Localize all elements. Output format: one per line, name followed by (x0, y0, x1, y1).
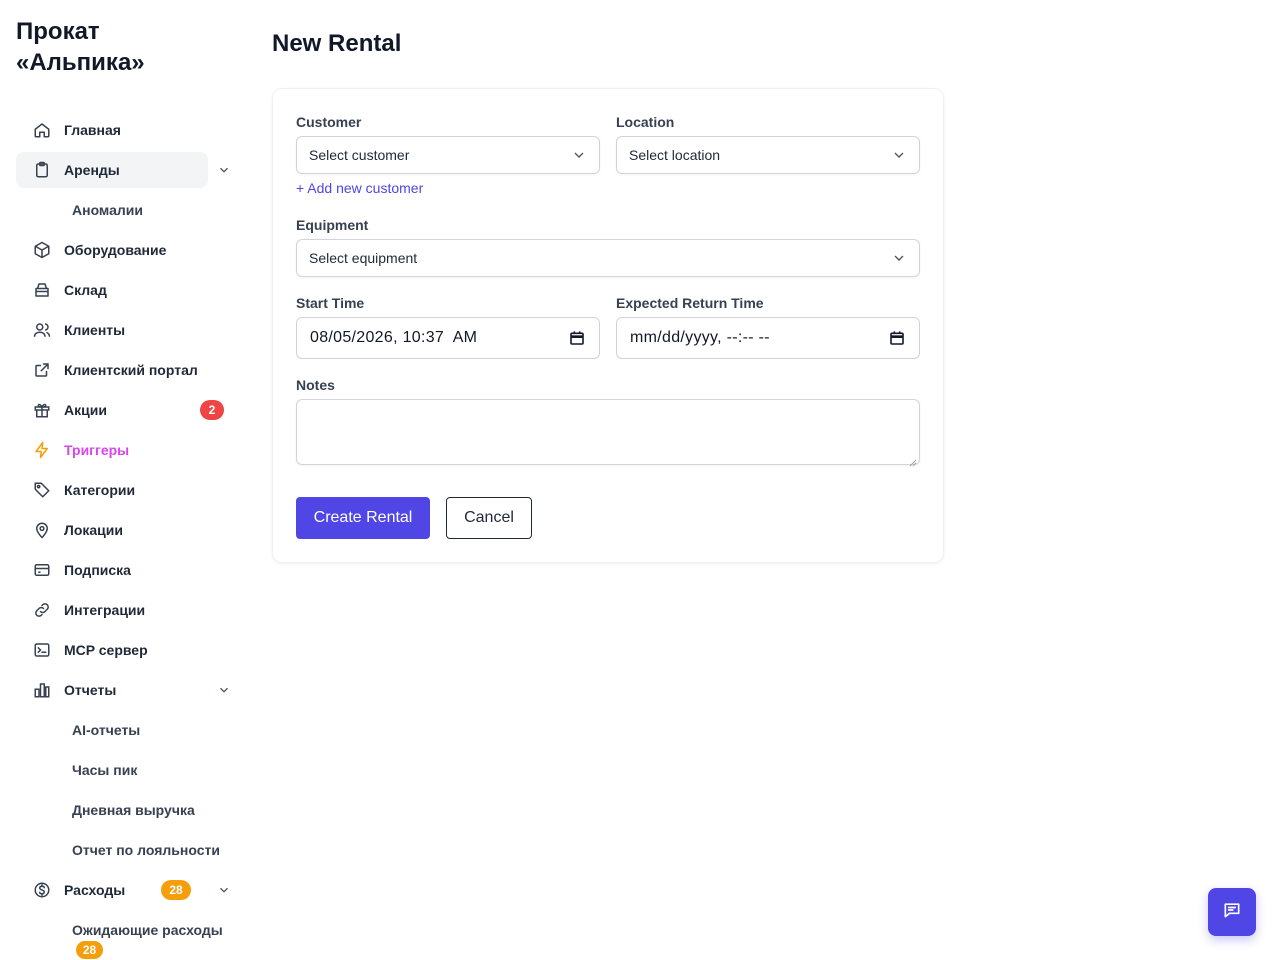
clipboard-icon (32, 160, 52, 180)
cancel-button[interactable]: Cancel (446, 497, 532, 539)
sidebar-item-label: Интеграции (64, 602, 146, 618)
sidebar-item-clients[interactable]: Клиенты (16, 312, 208, 348)
chevron-down-icon[interactable] (214, 880, 234, 900)
sidebar-item-label: Категории (64, 482, 136, 498)
location-label: Location (616, 114, 675, 130)
sidebar: Прокат «Альпика» Главная Аренды Аномалии… (0, 0, 248, 960)
sidebar-item-equipment[interactable]: Оборудование (16, 232, 208, 268)
sidebar-item-label: Аренды (64, 162, 120, 178)
bolt-icon (32, 440, 52, 460)
bar-chart-icon (32, 680, 52, 700)
return-time-input[interactable]: mm/dd/yyyy, --:-- -- (616, 317, 920, 359)
customer-select-value: Select customer (309, 147, 410, 163)
sidebar-subitem-daily-revenue[interactable]: Дневная выручка (72, 792, 195, 828)
location-select-value: Select location (629, 147, 721, 163)
cube-icon (32, 240, 52, 260)
resize-handle-icon[interactable] (909, 454, 917, 467)
brand-title: Прокат «Альпика» (16, 18, 145, 76)
sidebar-item-categories[interactable]: Категории (16, 472, 208, 508)
sidebar-item-mcp-server[interactable]: MCP сервер (16, 632, 208, 668)
sidebar-item-label: Главная (64, 122, 121, 138)
return-time-value: mm/dd/yyyy, --:-- -- (630, 329, 770, 346)
sidebar-item-label: Клиентский портал (64, 362, 198, 378)
expenses-badge: 28 (161, 880, 191, 900)
location-select[interactable]: Select location (616, 136, 920, 174)
users-icon (32, 320, 52, 340)
sidebar-item-label: Триггеры (64, 442, 130, 458)
sidebar-subitem-anomalies[interactable]: Аномалии (72, 192, 143, 228)
chat-button[interactable] (1208, 888, 1256, 936)
chevron-down-icon[interactable] (214, 680, 234, 700)
calendar-icon[interactable] (569, 330, 585, 346)
sidebar-item-label: Расходы (64, 882, 126, 898)
sidebar-item-triggers[interactable]: Триггеры (16, 432, 208, 468)
sidebar-item-reports[interactable]: Отчеты (16, 672, 208, 708)
sidebar-item-rentals[interactable]: Аренды (16, 152, 208, 188)
sidebar-item-label: Акции (64, 402, 107, 418)
sidebar-item-label: Локации (64, 522, 123, 538)
customer-select[interactable]: Select customer (296, 136, 600, 174)
promotions-badge: 2 (200, 400, 224, 420)
external-link-icon (32, 360, 52, 380)
equipment-select-value: Select equipment (309, 250, 418, 266)
equipment-select[interactable]: Select equipment (296, 239, 920, 277)
sidebar-item-integrations[interactable]: Интеграции (16, 592, 208, 628)
chevron-down-icon (891, 250, 907, 266)
customer-label: Customer (296, 114, 362, 130)
start-time-input[interactable]: 08/05/2026, 10:37 AM (296, 317, 600, 359)
sidebar-item-label: Клиенты (64, 322, 126, 338)
sidebar-subitem-loyalty-report[interactable]: Отчет по лояльности (72, 832, 220, 868)
sidebar-item-home[interactable]: Главная (16, 112, 208, 148)
link-icon (32, 600, 52, 620)
terminal-icon (32, 640, 52, 660)
start-time-value: 08/05/2026, 10:37 AM (310, 329, 478, 346)
credit-card-icon (32, 560, 52, 580)
map-pin-icon (32, 520, 52, 540)
notes-textarea[interactable] (296, 399, 920, 467)
dollar-circle-icon (32, 880, 52, 900)
equipment-label: Equipment (296, 217, 369, 233)
sidebar-item-label: MCP сервер (64, 642, 148, 658)
return-time-label: Expected Return Time (616, 295, 764, 311)
add-customer-link[interactable]: + Add new customer (296, 180, 423, 196)
sidebar-item-promotions[interactable]: Акции (16, 392, 208, 428)
sidebar-subitem-peak-hours[interactable]: Часы пик (72, 752, 137, 788)
gift-icon (32, 400, 52, 420)
create-rental-button[interactable]: Create Rental (296, 497, 430, 539)
chevron-down-icon (571, 147, 587, 163)
sidebar-item-label: Оборудование (64, 242, 167, 258)
pending-expenses-badge: 28 (76, 941, 103, 959)
home-icon (32, 120, 52, 140)
page-title: New Rental (272, 30, 402, 57)
chat-icon (1222, 900, 1242, 925)
start-time-label: Start Time (296, 295, 365, 311)
calendar-icon[interactable] (889, 330, 905, 346)
archive-icon (32, 280, 52, 300)
sidebar-item-label: Подписка (64, 562, 131, 578)
chevron-down-icon (891, 147, 907, 163)
sidebar-item-label: Склад (64, 282, 107, 298)
sidebar-item-label: Отчеты (64, 682, 117, 698)
sidebar-item-locations[interactable]: Локации (16, 512, 208, 548)
sidebar-item-warehouse[interactable]: Склад (16, 272, 208, 308)
tag-icon (32, 480, 52, 500)
sidebar-subitem-ai-reports[interactable]: AI-отчеты (72, 712, 140, 748)
sidebar-item-subscription[interactable]: Подписка (16, 552, 208, 588)
chevron-down-icon[interactable] (214, 160, 234, 180)
sidebar-item-client-portal[interactable]: Клиентский портал (16, 352, 208, 388)
notes-label: Notes (296, 377, 335, 393)
